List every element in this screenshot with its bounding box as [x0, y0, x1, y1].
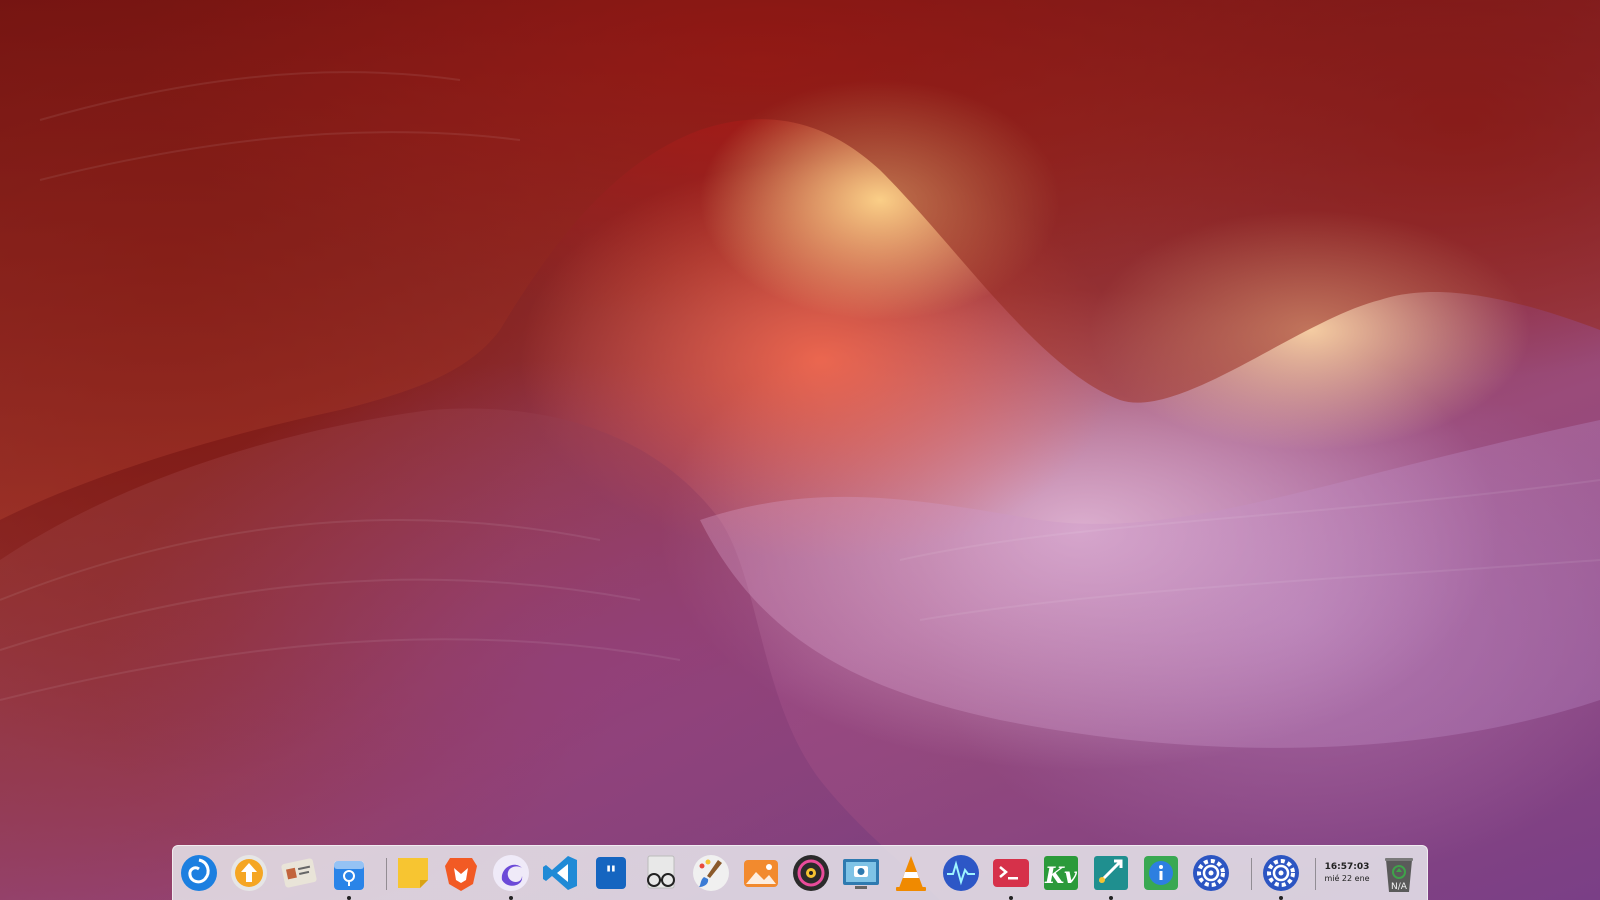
- dock-item-music-player[interactable]: [789, 851, 833, 895]
- paintbrush-icon: [693, 855, 729, 891]
- dock-separator: [1315, 858, 1316, 890]
- dock-item-paint-app[interactable]: [689, 851, 733, 895]
- info-circle-icon: [1144, 856, 1178, 890]
- dock-item-screenshot-tool[interactable]: [839, 851, 883, 895]
- trash-label: N/A: [1391, 882, 1407, 892]
- dock-item-remote-connect[interactable]: [1089, 851, 1133, 900]
- trash-button[interactable]: N/A: [1377, 851, 1421, 895]
- vlc-cone-icon: [896, 856, 926, 891]
- clock-time: 16:57:03: [1324, 862, 1370, 872]
- store-bag-icon: [334, 861, 364, 890]
- desktop[interactable]: " Kv 16:57:03 mié 22 ene N/A: [0, 0, 1600, 900]
- svg-text:Kv: Kv: [1044, 863, 1077, 889]
- dock-item-system-info[interactable]: [1139, 851, 1183, 895]
- running-indicator: [509, 896, 513, 900]
- kv-logo-icon: Kv: [1044, 856, 1078, 890]
- clock-date: mié 22 ene: [1324, 874, 1370, 883]
- dock-item-app-store[interactable]: [327, 851, 371, 900]
- brave-lion-icon: [445, 858, 477, 891]
- dock-item-brave-browser[interactable]: [439, 851, 483, 895]
- photo-landscape-icon: [744, 860, 778, 887]
- dock-item-vs-code[interactable]: [539, 851, 583, 895]
- dock-item-system-monitor[interactable]: [939, 851, 983, 895]
- dock-clock[interactable]: 16:57:03 mié 22 ene: [1319, 862, 1375, 884]
- dock-item-kv-editor[interactable]: Kv: [1039, 851, 1083, 895]
- dock-item-update-manager[interactable]: [227, 851, 271, 895]
- dock-item-control-center[interactable]: [1189, 851, 1233, 895]
- running-indicator: [1009, 896, 1013, 900]
- dock-item-image-viewer[interactable]: [739, 851, 783, 895]
- dock-item-quotes-app[interactable]: ": [589, 851, 633, 895]
- terminal-prompt-icon: [993, 859, 1029, 887]
- reading-glasses-icon: [647, 855, 675, 889]
- running-indicator: [1109, 896, 1113, 900]
- sticky-note-icon: [398, 858, 428, 888]
- dock-item-launcher[interactable]: [177, 851, 221, 895]
- dock: " Kv 16:57:03 mié 22 ene N/A: [172, 845, 1428, 900]
- screenshot-camera-icon: [843, 859, 879, 889]
- vscode-icon: [543, 856, 577, 890]
- quote-bubble-icon: ": [596, 857, 626, 889]
- gear-settings-icon: [1193, 855, 1229, 891]
- canyon-wallpaper: [0, 0, 1600, 900]
- dock-item-sticky-notes[interactable]: [391, 851, 435, 895]
- update-arrow-icon: [231, 855, 267, 891]
- running-indicator: [347, 896, 351, 900]
- remote-arrows-icon: [1094, 856, 1128, 890]
- deepin-launcher-icon: [181, 855, 217, 891]
- dock-separator: [386, 858, 387, 890]
- gear-settings-icon: [1263, 855, 1299, 891]
- dock-item-vlc-media-player[interactable]: [889, 851, 933, 895]
- dock-separator: [1251, 858, 1252, 890]
- swirl-browser-icon: [493, 855, 529, 891]
- dock-item-terminal[interactable]: [989, 851, 1033, 900]
- dock-item-web-browser[interactable]: [489, 851, 533, 900]
- dock-item-document-viewer[interactable]: [639, 851, 683, 895]
- vinyl-disc-icon: [793, 855, 829, 891]
- running-indicator: [1279, 896, 1283, 900]
- dock-item-contacts[interactable]: [277, 851, 321, 895]
- cpu-monitor-icon: [943, 855, 979, 891]
- dock-item-settings[interactable]: [1259, 851, 1303, 900]
- svg-text:": ": [605, 863, 616, 888]
- contact-card-icon: [281, 858, 317, 888]
